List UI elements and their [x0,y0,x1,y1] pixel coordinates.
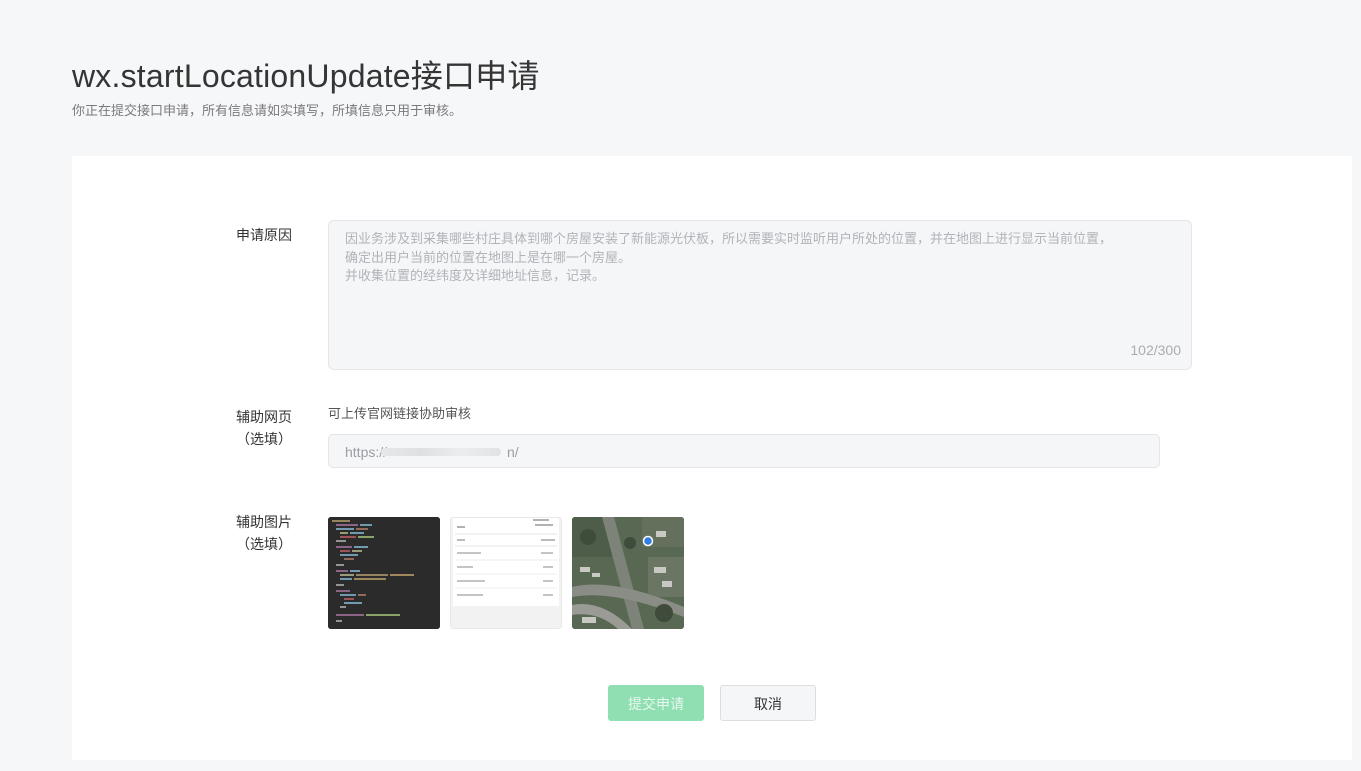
image-thumbnail-list[interactable] [450,517,562,629]
reason-text: 因业务涉及到采集哪些村庄具体到哪个房屋安装了新能源光伏板，所以需要实时监听用户所… [345,231,1113,283]
image-thumbnail-map[interactable] [572,517,684,629]
submit-button[interactable]: 提交申请 [608,685,704,721]
settings-list-screenshot-icon [451,518,561,628]
images-label-optional: （选填） [236,536,292,552]
webpage-label-title: 辅助网页 [236,409,292,425]
images-label-title: 辅助图片 [236,514,292,530]
cancel-button[interactable]: 取消 [720,685,816,721]
page-header: wx.startLocationUpdate接口申请 你正在提交接口申请，所有信… [72,56,540,120]
reason-char-counter: 102/300 [1130,342,1181,358]
url-suffix: n/ [507,444,519,460]
images-label: 辅助图片 （选填） [232,511,296,555]
webpage-url-input[interactable]: https://n/ [328,434,1160,468]
webpage-label-optional: （选填） [236,431,292,447]
webpage-hint: 可上传官网链接协助审核 [328,406,472,421]
webpage-label: 辅助网页 （选填） [232,406,296,450]
image-thumbnail-code[interactable] [328,517,440,629]
reason-textarea[interactable]: 因业务涉及到采集哪些村庄具体到哪个房屋安装了新能源光伏板，所以需要实时监听用户所… [328,220,1192,370]
satellite-map-icon [572,517,684,629]
url-redacted [381,448,501,456]
application-form-card: 申请原因 因业务涉及到采集哪些村庄具体到哪个房屋安装了新能源光伏板，所以需要实时… [72,156,1352,760]
code-screenshot-icon [328,517,440,629]
reason-label: 申请原因 [236,227,292,243]
page-subtitle: 你正在提交接口申请，所有信息请如实填写，所填信息只用于审核。 [72,103,463,118]
page-title: wx.startLocationUpdate接口申请 [72,58,540,94]
